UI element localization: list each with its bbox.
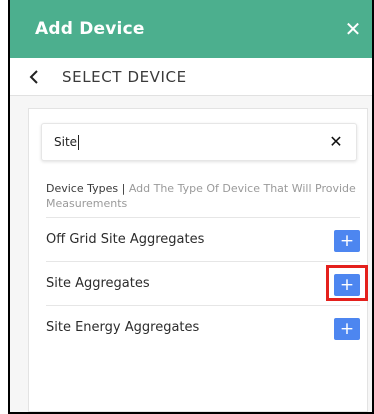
add-device-button[interactable]: + (334, 230, 360, 252)
close-icon[interactable]: ✕ (342, 18, 364, 40)
list-item: Site Aggregates + (46, 261, 368, 305)
text-caret (78, 134, 80, 150)
device-types-title: Device Types | (46, 182, 126, 195)
dialog-title: Add Device (35, 19, 145, 39)
search-value: Site (54, 135, 78, 149)
list-item: Site Energy Aggregates + (46, 305, 360, 349)
chevron-left-icon[interactable] (26, 66, 42, 88)
add-device-dialog: Add Device ✕ SELECT DEVICE Site ✕ Device… (8, 0, 374, 414)
dialog-header: Add Device ✕ (10, 0, 372, 58)
clear-search-icon[interactable]: ✕ (326, 132, 346, 152)
list-item: Off Grid Site Aggregates + (46, 217, 360, 261)
search-field[interactable]: Site ✕ (41, 123, 357, 161)
device-label: Off Grid Site Aggregates (46, 232, 205, 247)
select-device-bar: SELECT DEVICE (10, 58, 372, 96)
device-types-label: Device Types | Add The Type Of Device Th… (46, 181, 358, 211)
device-panel: Site ✕ Device Types | Add The Type Of De… (28, 108, 368, 412)
search-input[interactable]: Site (54, 134, 80, 150)
device-label: Site Aggregates (46, 276, 150, 291)
select-device-title: SELECT DEVICE (62, 67, 187, 86)
highlight-box (326, 265, 368, 301)
device-label: Site Energy Aggregates (46, 320, 200, 335)
add-device-button[interactable]: + (334, 318, 360, 340)
